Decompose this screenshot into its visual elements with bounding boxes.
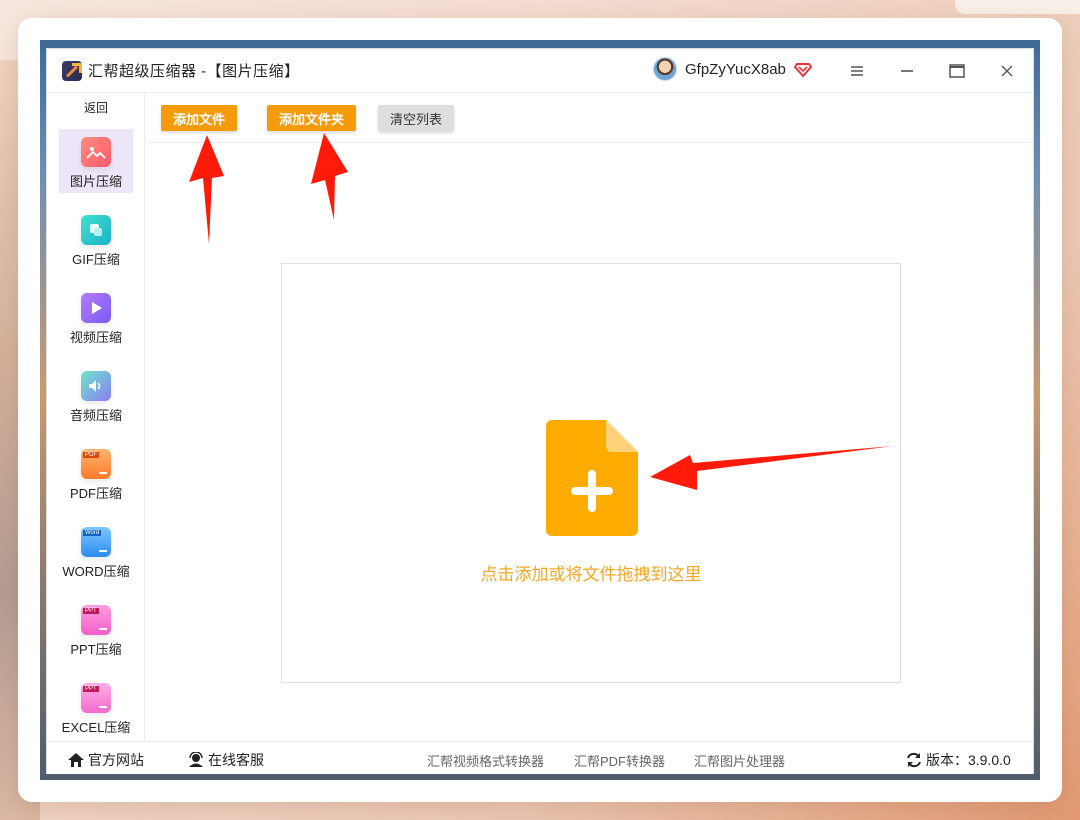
sidebar-item-gif-compress[interactable]: GIF压缩 (59, 207, 133, 271)
background-strip (955, 0, 1080, 14)
vip-diamond-icon[interactable] (793, 60, 812, 78)
excel-file-icon: PPT (81, 683, 111, 713)
gif-icon (81, 215, 111, 245)
app-logo-icon (62, 60, 82, 81)
sidebar-item-word-compress[interactable]: Word WORD压缩 (59, 519, 133, 583)
minimize-icon[interactable] (897, 61, 917, 81)
sidebar-item-excel-compress[interactable]: PPT EXCEL压缩 (59, 675, 133, 739)
user-profile[interactable]: GfpZyYucX8ab (653, 57, 812, 81)
video-converter-link[interactable]: 汇帮视频格式转换器 (427, 751, 544, 770)
sidebar-item-label: WORD压缩 (62, 564, 130, 579)
sidebar-item-label: 图片压缩 (69, 174, 122, 189)
pdf-converter-link[interactable]: 汇帮PDF转换器 (574, 751, 665, 770)
drop-hint: 点击添加或将文件拖拽到这里 (480, 565, 702, 584)
app-window: 汇帮超级压缩器 -【图片压缩】 GfpZyYucX8ab 返回 图片压缩 GIF… (46, 48, 1034, 774)
image-icon (81, 137, 111, 167)
word-badge: Word (83, 530, 102, 536)
maximize-icon[interactable] (947, 61, 967, 81)
sidebar-item-label: PPT压缩 (70, 642, 122, 657)
clear-list-button[interactable]: 清空列表 (378, 105, 455, 131)
speaker-icon (81, 371, 111, 401)
ppt-badge: PPT (83, 608, 99, 614)
sidebar-item-ppt-compress[interactable]: PPT PPT压缩 (59, 597, 133, 661)
image-processor-link[interactable]: 汇帮图片处理器 (694, 751, 785, 770)
sidebar-item-label: 音频压缩 (69, 408, 122, 423)
video-play-icon (81, 293, 111, 323)
online-support-link[interactable]: 在线客服 (187, 750, 264, 770)
add-file-icon[interactable] (546, 420, 638, 536)
official-website-label: 官方网站 (88, 752, 144, 768)
add-file-button[interactable]: 添加文件 (161, 105, 238, 131)
sidebar-item-image-compress[interactable]: 图片压缩 (59, 129, 133, 193)
sidebar-item-label: PDF压缩 (69, 486, 122, 501)
back-link[interactable]: 返回 (47, 99, 145, 116)
sidebar-item-label: EXCEL压缩 (61, 720, 131, 735)
excel-badge: PPT (83, 686, 99, 692)
word-file-icon: Word (81, 527, 111, 557)
sidebar-item-audio-compress[interactable]: 音频压缩 (59, 363, 133, 427)
headset-icon (189, 752, 203, 767)
sidebar-item-label: 视频压缩 (69, 330, 122, 345)
avatar[interactable] (653, 57, 677, 81)
ppt-file-icon: PPT (81, 605, 111, 635)
sidebar-item-pdf-compress[interactable]: PDF PDF压缩 (59, 441, 133, 505)
official-website-link[interactable]: 官方网站 (67, 750, 144, 770)
refresh-icon (907, 752, 921, 768)
menu-icon[interactable] (847, 61, 867, 81)
close-icon[interactable] (997, 61, 1017, 81)
version-number: 3.9.0.0 (968, 752, 1011, 768)
version-info[interactable]: 版本： 3.9.0.0 (905, 750, 1011, 770)
add-folder-button[interactable]: 添加文件夹 (267, 105, 357, 131)
window-title: 汇帮超级压缩器 -【图片压缩】 (88, 63, 300, 80)
status-bar: 官方网站 在线客服 汇帮视频格式转换器 汇帮PDF转换器 汇帮图片处理器 版本：… (47, 741, 1033, 774)
file-drop-zone[interactable]: 点击添加或将文件拖拽到这里 (281, 263, 901, 683)
toolbar: 添加文件 添加文件夹 清空列表 (146, 93, 1033, 143)
username[interactable]: GfpZyYucX8ab (685, 61, 786, 78)
title-bar: 汇帮超级压缩器 -【图片压缩】 (47, 49, 1033, 93)
version-label: 版本： (926, 752, 968, 768)
pdf-badge: PDF (83, 452, 99, 458)
online-support-label: 在线客服 (208, 752, 264, 768)
pdf-file-icon: PDF (81, 449, 111, 479)
sidebar: 返回 图片压缩 GIF压缩 视频压缩 音频压缩 PDF PDF压缩 Word W… (47, 93, 145, 741)
sidebar-item-video-compress[interactable]: 视频压缩 (59, 285, 133, 349)
sidebar-item-label: GIF压缩 (72, 252, 120, 267)
home-icon (68, 753, 84, 767)
